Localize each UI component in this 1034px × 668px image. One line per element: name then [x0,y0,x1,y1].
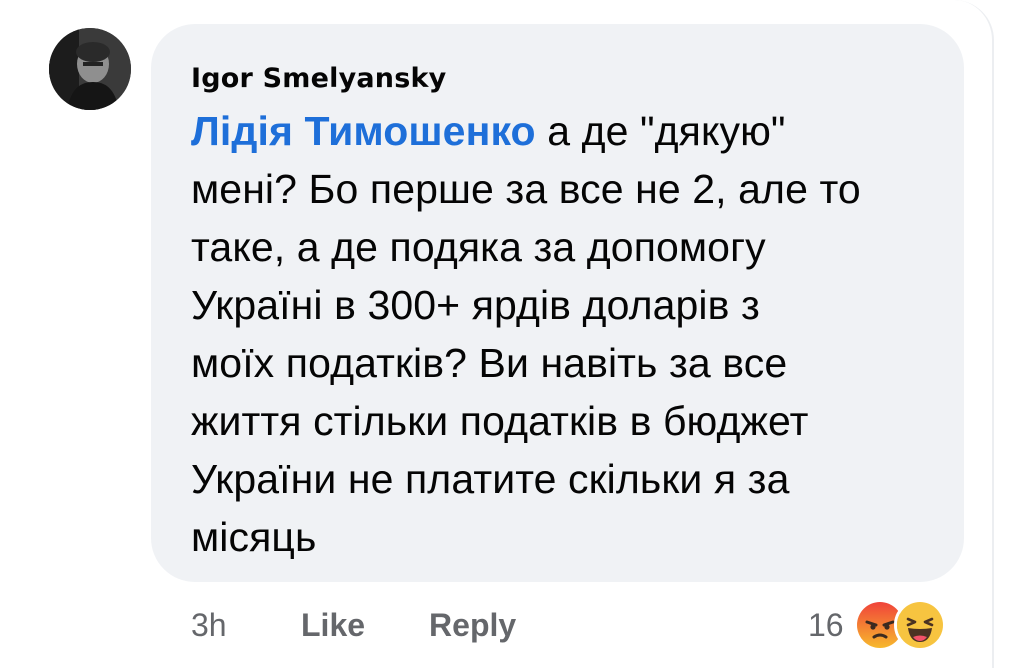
haha-reaction-icon [893,599,946,651]
comment-text: Лідія Тимошенко а де "дякую" мені? Бо пе… [191,102,931,566]
comment-line: України не платите скільки я за [191,456,790,502]
comment-line: Україні в 300+ ярдів доларів з [191,282,760,328]
like-button[interactable]: Like [301,607,365,644]
reply-button[interactable]: Reply [429,607,516,644]
comment-line: моїх податків? Ви навіть за все [191,340,788,386]
comment-actions: 3h Like Reply [191,603,580,647]
comment-line: життя стільки податків в бюджет [191,398,809,444]
comment-line: а де "дякую" [547,108,786,154]
avatar[interactable] [49,28,131,110]
reactions-summary[interactable]: 16 [808,598,946,652]
comment-line: мені? Бо перше за все не 2, але то [191,166,861,212]
comment-screenshot: Igor Smelyansky Лідія Тимошенко а де "дя… [0,0,1034,668]
mention-link[interactable]: Лідія Тимошенко [191,108,536,154]
reaction-count: 16 [808,606,844,643]
comment-line: таке, а де подяка за допомогу [191,224,766,270]
comment-bubble: Igor Smelyansky Лідія Тимошенко а де "дя… [151,24,964,582]
comment-timestamp[interactable]: 3h [191,607,301,644]
comment-line: місяць [191,514,317,560]
comment-author[interactable]: Igor Smelyansky [191,62,924,96]
